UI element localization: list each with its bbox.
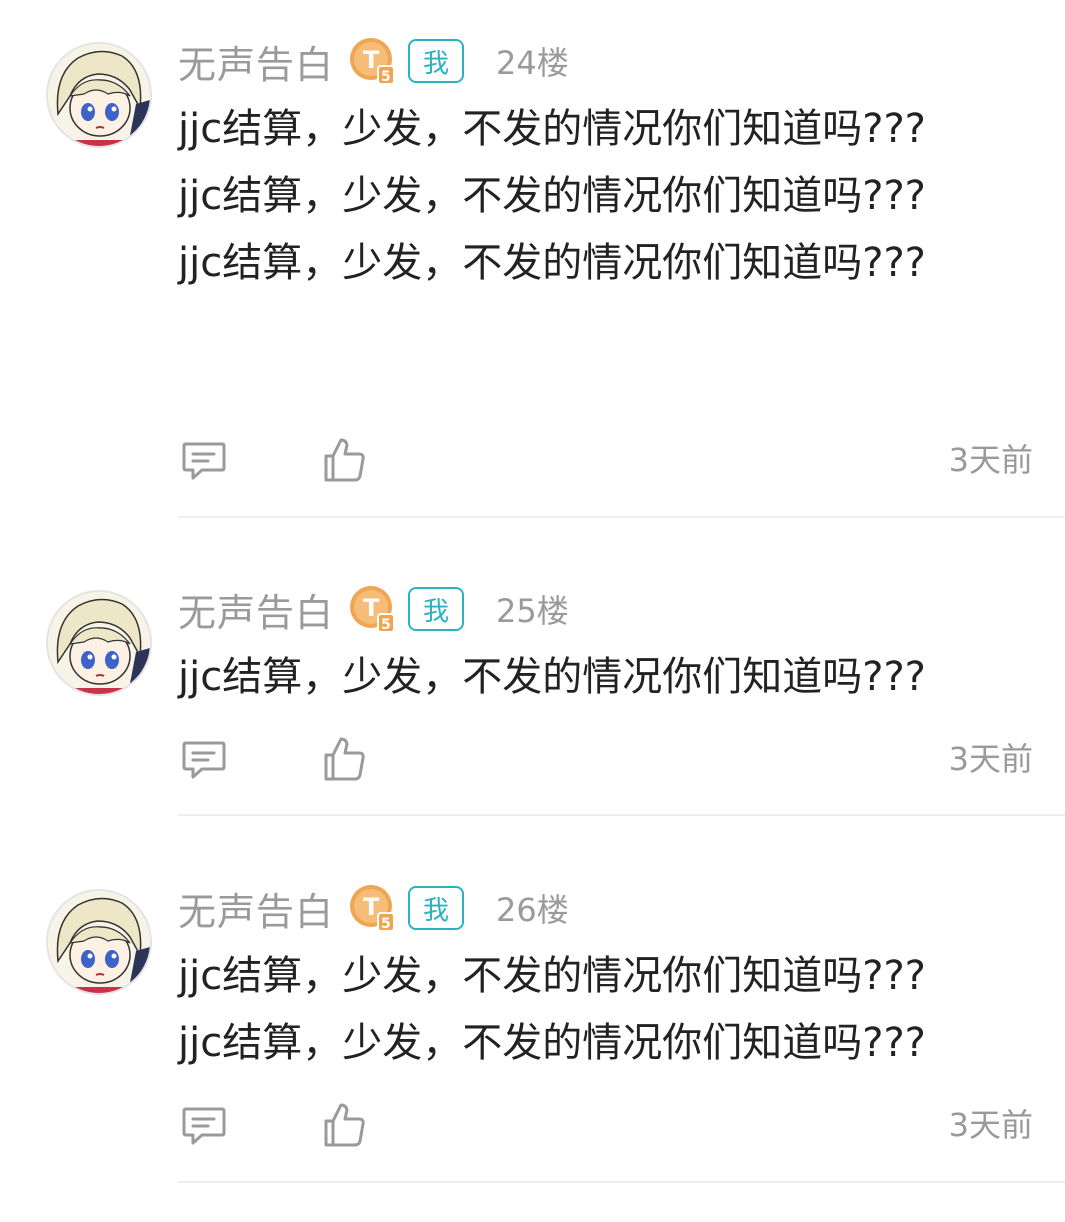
post-header: 无声告白 T 5 我 26楼 xyxy=(178,881,569,936)
like-button[interactable] xyxy=(320,735,368,783)
svg-text:5: 5 xyxy=(381,69,391,85)
post-content-line: jjc结算，少发，不发的情况你们知道吗??? xyxy=(178,106,926,152)
level-badge-icon: T 5 xyxy=(348,36,398,86)
username[interactable]: 无声告白 xyxy=(178,582,334,637)
me-badge: 我 xyxy=(408,39,465,83)
floor-number: 24楼 xyxy=(496,44,569,82)
floor-number: 26楼 xyxy=(496,891,569,929)
comment-button[interactable] xyxy=(180,735,228,783)
post-time: 3天前 xyxy=(948,441,1033,479)
avatar-image xyxy=(48,891,150,993)
username[interactable]: 无声告白 xyxy=(178,34,334,89)
post-content-line: jjc结算，少发，不发的情况你们知道吗??? xyxy=(178,953,926,999)
post-header: 无声告白 T 5 我 24楼 xyxy=(178,34,569,89)
avatar-image xyxy=(48,592,150,694)
post-time: 3天前 xyxy=(948,740,1033,778)
like-button[interactable] xyxy=(320,436,368,484)
floor-number: 25楼 xyxy=(496,592,569,630)
me-badge: 我 xyxy=(408,886,465,930)
post-header: 无声告白 T 5 我 25楼 xyxy=(178,582,569,637)
comment-button[interactable] xyxy=(180,436,228,484)
post-content-line: jjc结算，少发，不发的情况你们知道吗??? xyxy=(178,240,926,286)
svg-text:5: 5 xyxy=(381,916,391,932)
avatar-image xyxy=(48,44,150,146)
level-badge-icon: T 5 xyxy=(348,584,398,634)
level-badge-icon: T 5 xyxy=(348,883,398,933)
divider xyxy=(178,1181,1065,1183)
post-content-line: jjc结算，少发，不发的情况你们知道吗??? xyxy=(178,654,926,700)
comment-icon xyxy=(182,741,226,779)
post-content-line: jjc结算，少发，不发的情况你们知道吗??? xyxy=(178,173,926,219)
thumbs-up-icon xyxy=(324,1103,365,1147)
me-badge: 我 xyxy=(408,587,465,631)
svg-text:5: 5 xyxy=(381,617,391,633)
user-avatar[interactable] xyxy=(46,590,152,696)
divider xyxy=(178,814,1065,816)
user-avatar[interactable] xyxy=(46,42,152,148)
thumbs-up-icon xyxy=(324,737,365,781)
user-avatar[interactable] xyxy=(46,889,152,995)
post-content-line: jjc结算，少发，不发的情况你们知道吗??? xyxy=(178,1020,926,1066)
comment-icon xyxy=(182,1107,226,1145)
post-time: 3天前 xyxy=(948,1106,1033,1144)
comment-icon xyxy=(182,442,226,480)
thumbs-up-icon xyxy=(324,438,365,482)
comment-button[interactable] xyxy=(180,1101,228,1149)
like-button[interactable] xyxy=(320,1101,368,1149)
username[interactable]: 无声告白 xyxy=(178,881,334,936)
divider xyxy=(178,516,1065,518)
